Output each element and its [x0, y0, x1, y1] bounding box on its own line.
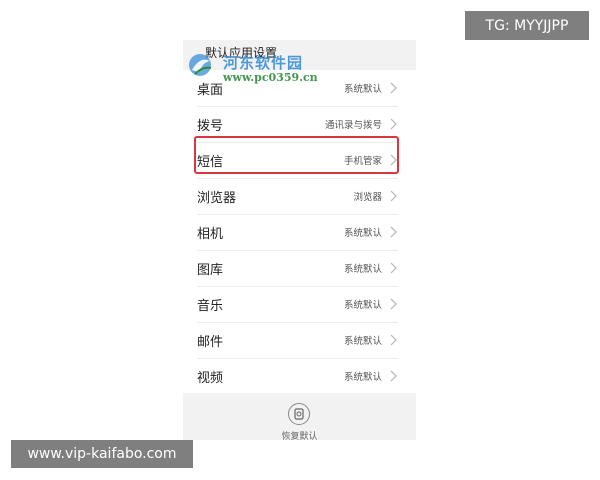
row-label: 视频 [197, 370, 224, 386]
settings-row-gallery[interactable]: 图库 系统默认 [197, 250, 398, 287]
settings-row-music[interactable]: 音乐 系统默认 [197, 286, 398, 323]
chevron-right-icon [390, 298, 397, 310]
footer-bar: 恢复默认 [183, 393, 416, 440]
page-header: 默认应用设置 河东软件园 www.pc0359.cn [183, 40, 416, 84]
chevron-right-icon [390, 334, 397, 346]
chevron-right-icon [390, 226, 397, 238]
row-value: 系统默认 [343, 300, 382, 311]
row-value: 系统默认 [343, 372, 382, 383]
row-value: 浏览器 [353, 192, 382, 203]
settings-row-desktop[interactable]: 桌面 系统默认 [197, 70, 398, 107]
phone-screen: 默认应用设置 河东软件园 www.pc0359.cn 桌面 系统默认 拨号 通讯… [183, 40, 416, 440]
chevron-right-icon [390, 82, 397, 94]
chevron-right-icon [390, 262, 397, 274]
site-watermark-badge: www.vip-kaifabo.com [11, 440, 193, 468]
settings-row-browser[interactable]: 浏览器 浏览器 [197, 178, 398, 215]
row-value: 系统默认 [343, 264, 382, 275]
row-label: 相机 [197, 226, 224, 242]
restore-default-button[interactable]: 恢复默认 [183, 429, 416, 440]
row-label: 桌面 [197, 82, 224, 98]
row-value: 通讯录与拨号 [324, 120, 382, 131]
chevron-right-icon [390, 370, 397, 382]
row-label: 浏览器 [197, 190, 237, 206]
row-value: 系统默认 [343, 228, 382, 239]
row-label: 拨号 [197, 118, 224, 134]
tg-watermark-badge: TG: MYYJJPP [465, 11, 589, 40]
settings-row-video[interactable]: 视频 系统默认 [197, 358, 398, 394]
chevron-right-icon [390, 118, 397, 130]
row-value: 系统默认 [343, 336, 382, 347]
settings-row-email[interactable]: 邮件 系统默认 [197, 322, 398, 359]
settings-row-camera[interactable]: 相机 系统默认 [197, 214, 398, 251]
row-label: 音乐 [197, 298, 224, 314]
row-label: 图库 [197, 262, 224, 278]
restore-icon[interactable] [288, 403, 310, 425]
row-value: 系统默认 [343, 84, 382, 95]
chevron-right-icon [390, 190, 397, 202]
row-label: 邮件 [197, 334, 224, 350]
highlight-box [194, 136, 399, 174]
